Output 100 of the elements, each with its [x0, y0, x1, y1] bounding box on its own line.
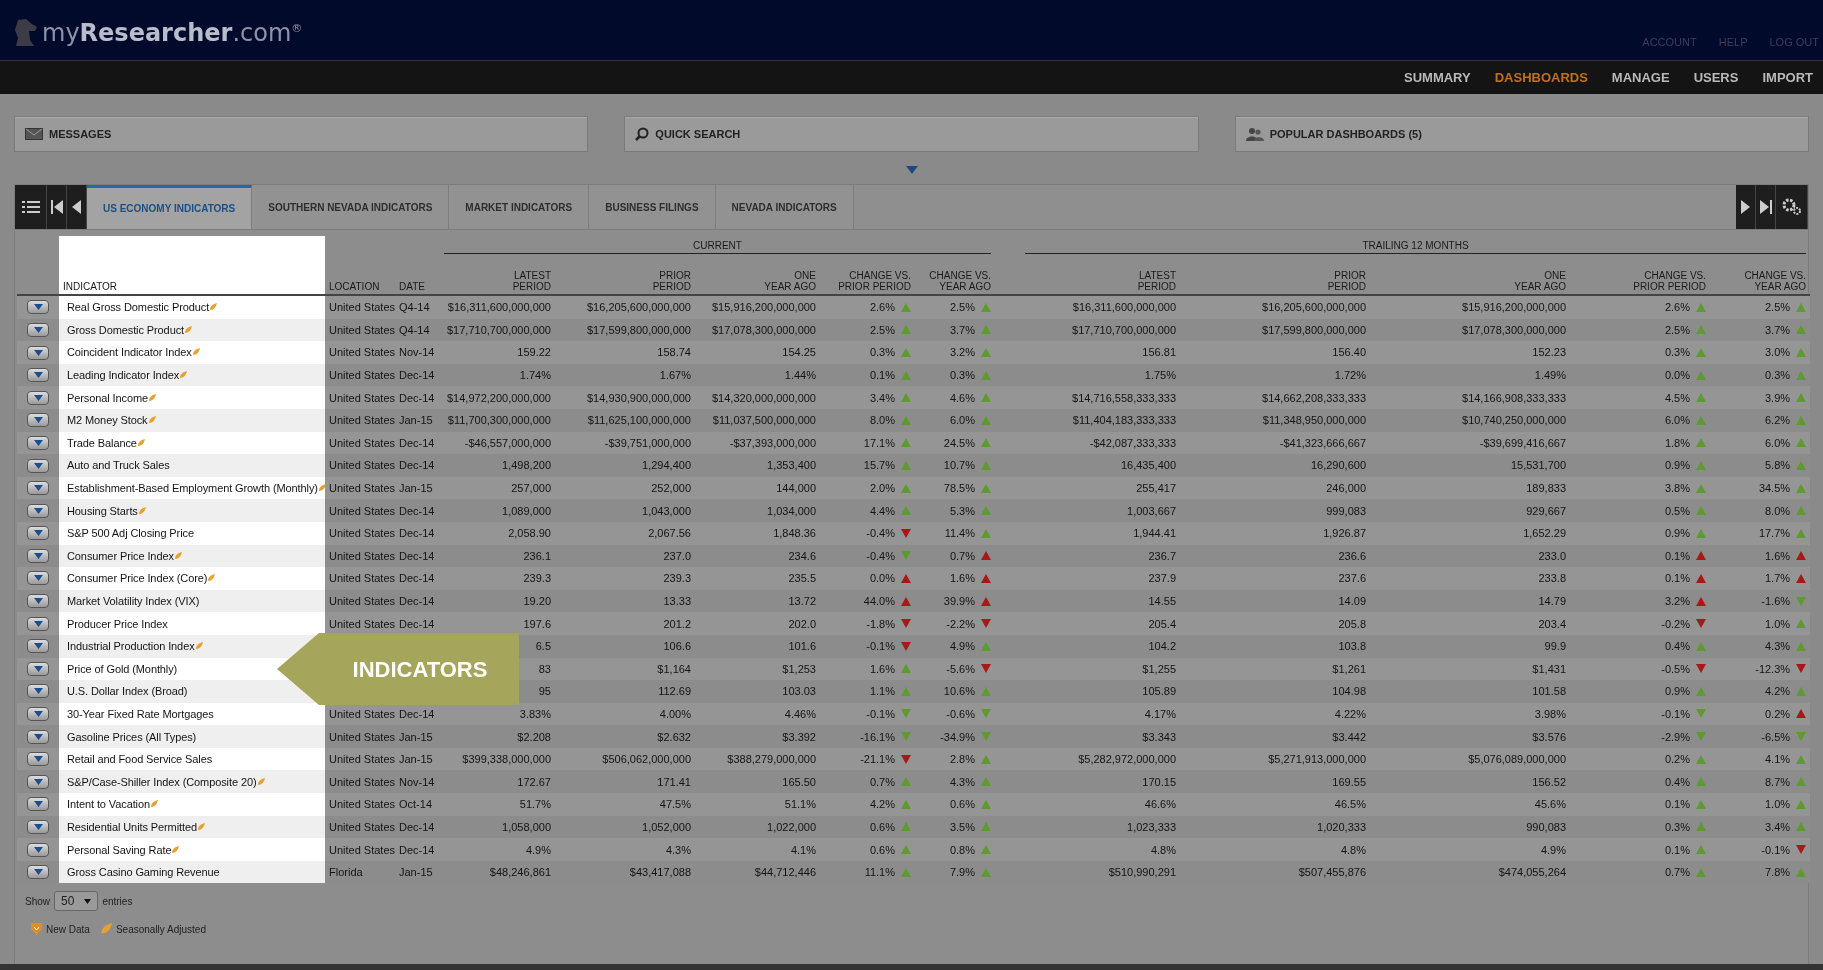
change-value: -0.5%	[1661, 662, 1690, 675]
table-cell: 45.6%	[1534, 798, 1566, 811]
change-value: 17.7%	[1758, 527, 1791, 540]
panel-header[interactable]: QUICK SEARCH	[624, 116, 1199, 152]
table-cell: $388,279,000,000	[727, 753, 816, 766]
column-header[interactable]: CHANGE VS. PRIOR PERIOD	[1633, 270, 1706, 292]
table-cell: United States	[329, 708, 396, 720]
change-value: 17.1%	[863, 436, 895, 449]
table-cell: 929,667	[1526, 504, 1566, 517]
change-value: 0.2%	[1765, 708, 1791, 720]
table-cell: 990,083	[1526, 820, 1566, 833]
change-value: 2.5%	[949, 301, 975, 314]
panel-header[interactable]: MESSAGES	[14, 116, 589, 152]
table-cell: 1,353,400	[767, 459, 816, 472]
indicator-name[interactable]: Housing Starts	[67, 504, 138, 517]
table-cell: 104.98	[1332, 685, 1366, 698]
column-header[interactable]: CHANGE VS. YEAR AGO	[929, 270, 991, 292]
nav-item[interactable]: DASHBOARDS	[1494, 70, 1588, 85]
table-cell: 170.15	[1142, 775, 1176, 788]
table-cell: 15,531,700	[1510, 459, 1566, 472]
table-cell: 1,052,000	[642, 820, 691, 833]
change-value: 4.9%	[949, 640, 975, 653]
table-cell: Nov-14	[399, 346, 435, 359]
change-value: 0.1%	[1664, 843, 1690, 856]
change-value: 0.1%	[1664, 549, 1690, 562]
column-header[interactable]: LATEST PERIOD	[1137, 270, 1176, 292]
table-cell: 3.98%	[1534, 708, 1566, 720]
column-header[interactable]: CHANGE VS. YEAR AGO	[1744, 270, 1807, 292]
table-cell: $11,404,183,333,333	[1072, 414, 1176, 427]
table-cell: $43,417,088	[629, 866, 691, 879]
change-value: 5.3%	[949, 504, 975, 517]
table-cell: $1,164	[657, 662, 691, 675]
table-cell: 51.7%	[519, 798, 551, 811]
table-cell: United States	[329, 595, 396, 607]
nav-item[interactable]: IMPORT	[1762, 70, 1813, 85]
change-value: -0.1%	[1761, 843, 1791, 856]
column-header[interactable]: DATE	[399, 281, 425, 292]
change-value: 2.0%	[869, 482, 895, 495]
table-cell: $14,716,558,333,333	[1072, 391, 1176, 404]
table-cell: Jan-15	[399, 753, 433, 766]
indicator-name[interactable]: Trade Balance	[67, 436, 137, 449]
table-cell: $17,710,700,000,000	[1072, 323, 1176, 336]
table-cell: 14.09	[1338, 595, 1366, 607]
change-value: 1.6%	[1765, 549, 1791, 562]
change-value: -12.3%	[1755, 662, 1791, 675]
change-value: -1.8%	[866, 617, 895, 630]
column-header[interactable]: ONE YEAR AGO	[1514, 270, 1566, 292]
table-cell: 156.40	[1332, 346, 1366, 359]
table-cell: United States	[329, 617, 396, 630]
change-value: 10.6%	[943, 685, 975, 698]
table-cell: 1,003,667	[1127, 504, 1176, 517]
table-cell: 999,083	[1326, 504, 1366, 517]
table-cell: 154.25	[782, 346, 816, 359]
page-size-select[interactable]: 50	[54, 891, 99, 912]
table-cell: United States	[329, 798, 396, 811]
indicator-name[interactable]: M2 Money Stock	[67, 414, 148, 427]
change-value: 78.5%	[943, 482, 975, 495]
indicator-name[interactable]: Personal Income	[67, 391, 149, 404]
change-value: 0.8%	[949, 843, 975, 856]
table-cell: $3.343	[1142, 730, 1176, 743]
table-cell: $17,599,800,000,000	[587, 323, 691, 336]
table-cell: 1.44%	[784, 369, 816, 382]
nav-item[interactable]: SUMMARY	[1404, 70, 1471, 85]
change-value: 1.6%	[949, 572, 975, 585]
table-cell: 4.17%	[1144, 708, 1176, 720]
table-cell: United States	[329, 572, 396, 585]
indicator-name[interactable]: Intent to Vacation	[67, 798, 150, 811]
column-header[interactable]: LOCATION	[329, 281, 380, 292]
change-value: 0.6%	[869, 820, 895, 833]
table-cell: 16,435,400	[1120, 459, 1176, 472]
logo-text[interactable]: myResearcher.com$^{®}$	[42, 19, 303, 47]
column-header[interactable]: LATEST PERIOD	[512, 270, 551, 292]
change-value: 4.3%	[1765, 640, 1791, 653]
table-cell: United States	[329, 391, 396, 404]
show-label: Show	[25, 895, 50, 907]
table-cell: 1.75%	[1144, 369, 1176, 382]
table-cell: United States	[329, 346, 396, 359]
column-header[interactable]: PRIOR PERIOD	[1327, 270, 1366, 292]
table-cell: $17,078,300,000,000	[712, 323, 816, 336]
nav-item[interactable]: MANAGE	[1611, 70, 1670, 85]
column-header[interactable]: CHANGE VS. PRIOR PERIOD	[838, 270, 911, 292]
table-cell: 14.55	[1148, 595, 1176, 607]
table-cell: United States	[329, 369, 396, 382]
table-cell: Dec-14	[399, 595, 435, 607]
table-cell: 101.6	[788, 640, 816, 653]
table-cell: 105.89	[1142, 685, 1176, 698]
panel-header[interactable]: POPULAR DASHBOARDS (5)	[1234, 116, 1809, 152]
column-header[interactable]: PRIOR PERIOD	[652, 270, 691, 292]
table-cell: 103.03	[782, 685, 816, 698]
change-value: 0.7%	[949, 549, 975, 562]
change-value: -0.4%	[866, 549, 895, 562]
column-header[interactable]: ONE YEAR AGO	[764, 270, 816, 292]
change-value: 4.2%	[1765, 685, 1791, 698]
change-value: 6.2%	[1765, 414, 1791, 427]
change-value: 0.3%	[869, 346, 895, 359]
table-cell: 1,089,000	[502, 504, 551, 517]
nav-item[interactable]: USERS	[1693, 70, 1739, 85]
change-value: 0.1%	[1664, 798, 1690, 811]
column-header[interactable]: INDICATOR	[63, 281, 118, 292]
change-value: 3.0%	[1765, 346, 1791, 359]
